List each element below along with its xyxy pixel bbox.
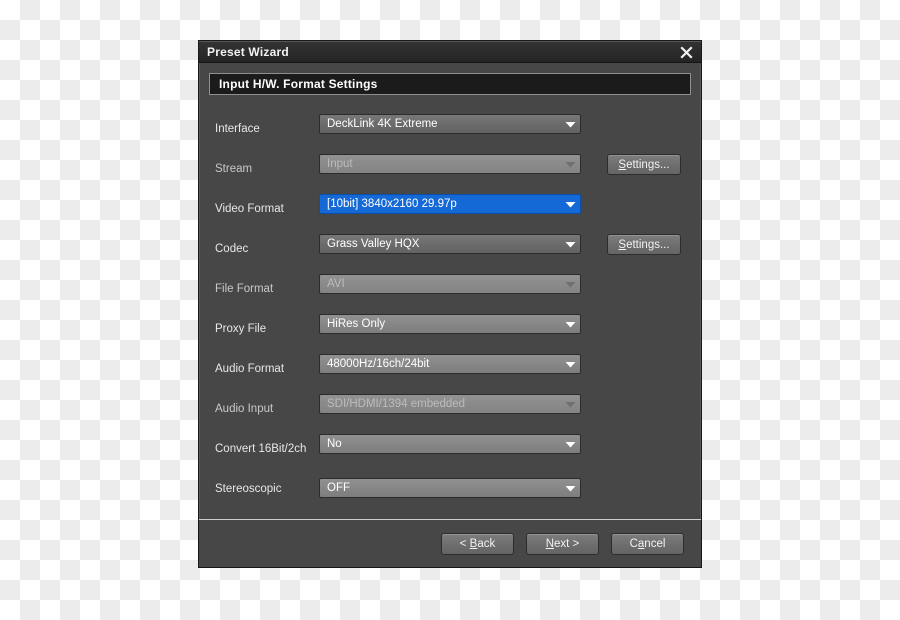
combo-video-format-value: [10bit] 3840x2160 29.97p	[327, 198, 457, 210]
combo-proxy-file[interactable]: HiRes Only	[319, 314, 581, 334]
form-row-file-format: File Format AVI	[209, 269, 691, 309]
cancel-button[interactable]: Cancel	[611, 532, 684, 555]
form-row-audio-format: Audio Format 48000Hz/16ch/24bit	[209, 349, 691, 389]
combo-interface[interactable]: DeckLink 4K Extreme	[319, 114, 581, 134]
combo-stream: Input	[319, 154, 581, 174]
combo-file-format: AVI	[319, 274, 581, 294]
accel-key: S	[618, 238, 627, 251]
codec-settings-label: Settings...	[618, 239, 669, 251]
back-prefix: <	[459, 537, 470, 550]
label-file-format: File Format	[215, 283, 274, 295]
combo-audio-format[interactable]: 48000Hz/16ch/24bit	[319, 354, 581, 374]
label-interface: Interface	[215, 123, 260, 135]
next-button-label: Next >	[546, 538, 580, 550]
combo-convert-16bit-2ch-value: No	[327, 438, 342, 450]
combo-codec[interactable]: Grass Valley HQX	[319, 234, 581, 254]
dialog-titlebar[interactable]: Preset Wizard	[199, 41, 701, 63]
form-row-stereoscopic: Stereoscopic OFF	[209, 469, 691, 509]
stream-settings-label: Settings...	[618, 159, 669, 171]
chevron-down-icon	[560, 401, 580, 408]
combo-interface-value: DeckLink 4K Extreme	[327, 118, 438, 130]
preset-wizard-dialog: Preset Wizard Input H/W. Format Settings…	[198, 40, 702, 568]
label-convert-16bit-2ch: Convert 16Bit/2ch	[215, 443, 307, 455]
dialog-title: Preset Wizard	[207, 44, 289, 59]
close-icon[interactable]	[677, 43, 695, 61]
combo-stereoscopic[interactable]: OFF	[319, 478, 581, 498]
section-header: Input H/W. Format Settings	[209, 73, 691, 95]
codec-settings-button[interactable]: Settings...	[607, 234, 681, 255]
combo-proxy-file-value: HiRes Only	[327, 318, 386, 330]
combo-codec-value: Grass Valley HQX	[327, 238, 420, 250]
combo-audio-format-value: 48000Hz/16ch/24bit	[327, 358, 430, 370]
label-video-format: Video Format	[215, 203, 284, 215]
form-row-video-format: Video Format [10bit] 3840x2160 29.97p	[209, 189, 691, 229]
dialog-footer: < Back Next > Cancel	[199, 519, 701, 567]
combo-audio-input: SDI/HDMI/1394 embedded	[319, 394, 581, 414]
chevron-down-icon	[560, 241, 580, 248]
chevron-down-icon	[560, 121, 580, 128]
settings-label-rest: ettings...	[626, 158, 670, 171]
form-row-interface: Interface DeckLink 4K Extreme	[209, 109, 691, 149]
cancel-prefix: C	[629, 537, 638, 550]
form-row-proxy-file: Proxy File HiRes Only	[209, 309, 691, 349]
combo-stream-value: Input	[327, 158, 353, 170]
section-header-label: Input H/W. Format Settings	[219, 77, 378, 91]
label-audio-input: Audio Input	[215, 403, 274, 415]
label-stereoscopic: Stereoscopic	[215, 483, 282, 495]
form-row-codec: Codec Grass Valley HQX Settings...	[209, 229, 691, 269]
cancel-button-label: Cancel	[630, 538, 666, 550]
combo-audio-input-value: SDI/HDMI/1394 embedded	[327, 398, 466, 410]
chevron-down-icon	[560, 321, 580, 328]
back-button[interactable]: < Back	[441, 532, 514, 555]
back-suffix: ack	[477, 537, 496, 550]
combo-file-format-value: AVI	[327, 278, 345, 290]
chevron-down-icon	[560, 361, 580, 368]
settings-form: Interface DeckLink 4K Extreme Stream Inp…	[209, 109, 691, 509]
dialog-body: Input H/W. Format Settings Interface Dec…	[199, 63, 701, 519]
chevron-down-icon	[560, 201, 580, 208]
cancel-suffix: ncel	[644, 537, 666, 550]
label-proxy-file: Proxy File	[215, 323, 267, 335]
accel-key: S	[618, 158, 627, 171]
chevron-down-icon	[560, 161, 580, 168]
settings-label-rest: ettings...	[626, 238, 670, 251]
back-button-label: < Back	[460, 538, 496, 550]
label-audio-format: Audio Format	[215, 363, 285, 375]
chevron-down-icon	[560, 441, 580, 448]
combo-convert-16bit-2ch[interactable]: No	[319, 434, 581, 454]
chevron-down-icon	[560, 281, 580, 288]
form-row-stream: Stream Input Settings...	[209, 149, 691, 189]
stream-settings-button[interactable]: Settings...	[607, 154, 681, 175]
label-stream: Stream	[215, 163, 253, 175]
form-row-convert-16bit-2ch: Convert 16Bit/2ch No	[209, 429, 691, 469]
combo-stereoscopic-value: OFF	[327, 482, 350, 494]
next-button[interactable]: Next >	[526, 532, 599, 555]
accel-key: N	[545, 537, 555, 550]
label-codec: Codec	[215, 243, 249, 255]
combo-video-format[interactable]: [10bit] 3840x2160 29.97p	[319, 194, 581, 214]
form-row-audio-input: Audio Input SDI/HDMI/1394 embedded	[209, 389, 691, 429]
chevron-down-icon	[560, 485, 580, 492]
next-suffix: ext >	[554, 537, 580, 550]
